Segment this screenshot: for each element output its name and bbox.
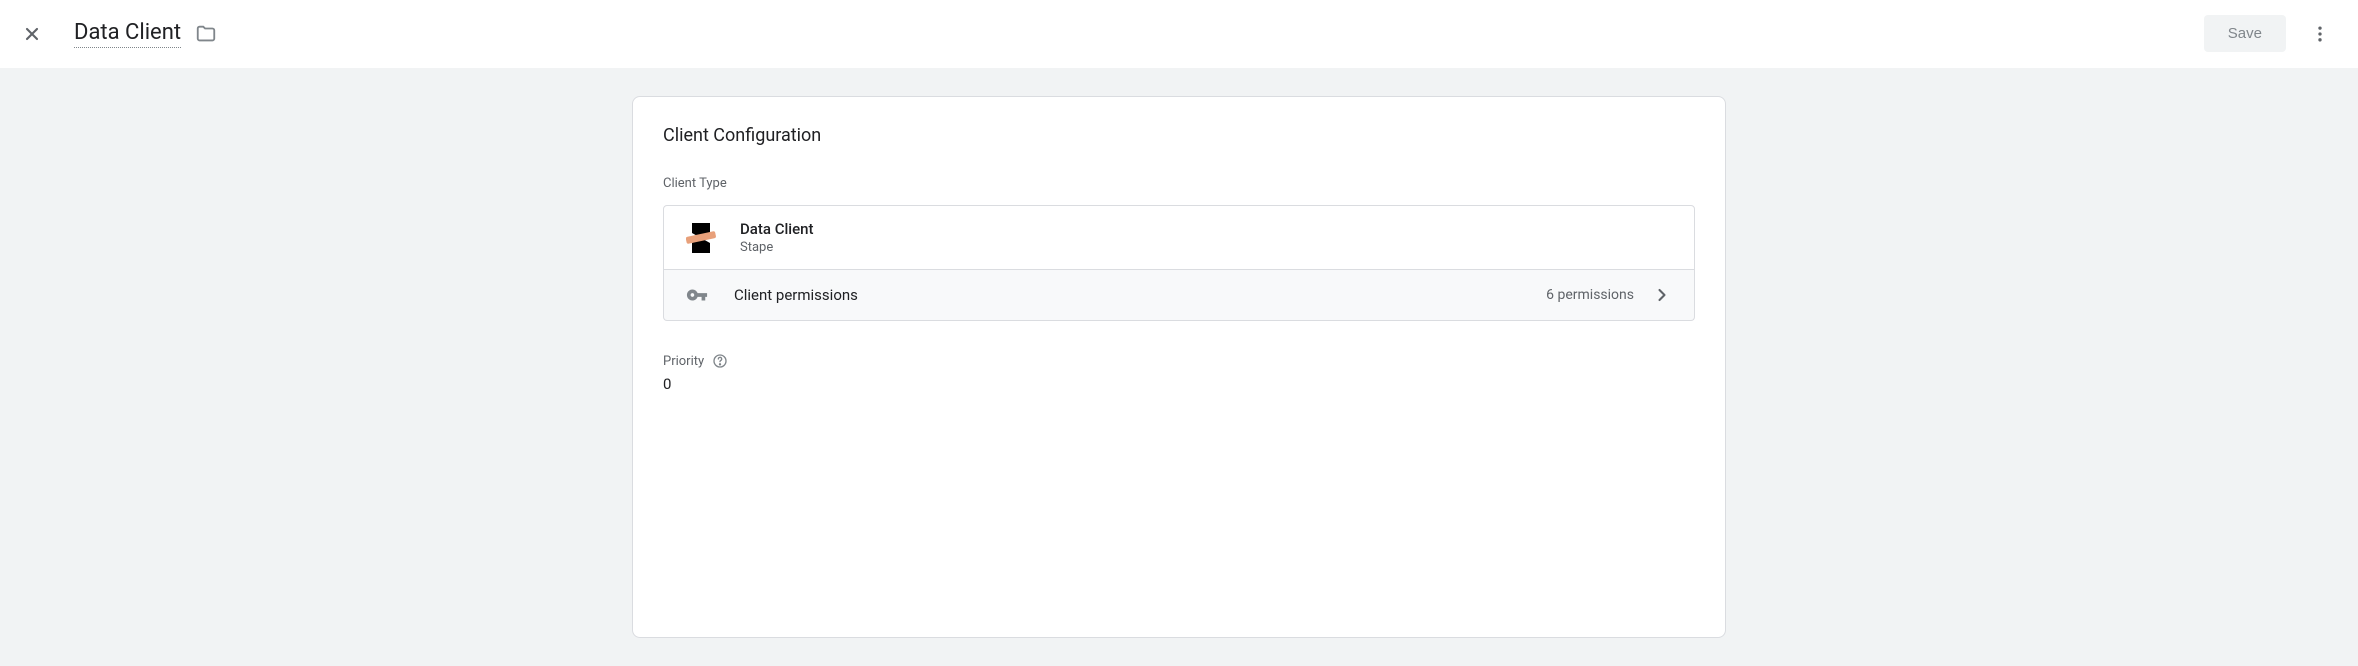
config-card: Client Configuration Client Type Data Cl… [632,96,1726,638]
priority-label: Priority [663,354,704,369]
priority-value: 0 [663,375,1695,393]
client-type-label: Client Type [633,176,1725,191]
stape-logo-icon [686,222,716,254]
client-name: Data Client [740,220,814,238]
key-icon [686,284,708,306]
priority-label-row: Priority [663,353,1695,369]
client-type-selector[interactable]: Data Client Stape [663,205,1695,270]
save-button[interactable]: Save [2204,15,2286,52]
content-area: Client Configuration Client Type Data Cl… [0,68,2358,666]
page-title[interactable]: Data Client [74,20,181,48]
help-icon[interactable] [712,353,728,369]
client-vendor: Stape [740,240,814,255]
permissions-count: 6 permissions [1546,287,1634,303]
more-icon[interactable] [2302,16,2338,52]
client-permissions-row[interactable]: Client permissions 6 permissions [663,270,1695,321]
close-icon[interactable] [20,22,44,46]
folder-icon[interactable] [195,23,217,45]
permissions-label: Client permissions [734,286,1546,304]
header-bar: Data Client Save [0,0,2358,68]
card-title: Client Configuration [633,125,1725,146]
priority-section: Priority 0 [633,353,1725,393]
chevron-right-icon [1652,285,1672,305]
client-info: Data Client Stape [740,220,814,255]
